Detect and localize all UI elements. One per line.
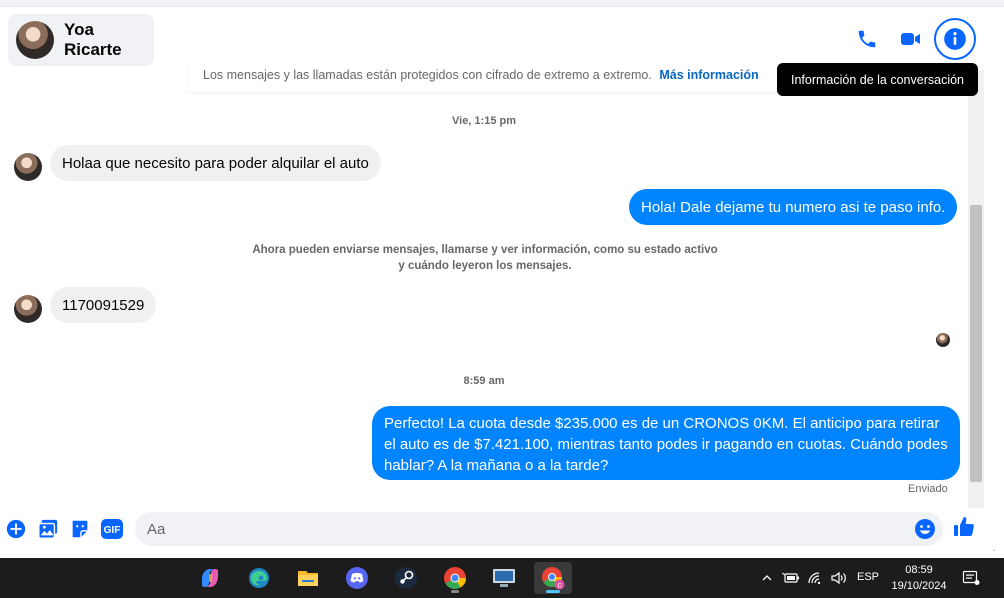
emoji-icon[interactable] xyxy=(913,517,937,541)
scrollbar-thumb[interactable] xyxy=(970,205,982,482)
message-input-wrapper xyxy=(135,512,943,546)
taskbar-clock[interactable]: 08:59 19/10/2024 xyxy=(886,562,952,594)
message-status: Enviado xyxy=(908,483,948,495)
gif-label: GIF xyxy=(104,525,121,536)
info-icon[interactable] xyxy=(934,18,976,60)
notifications-icon[interactable] xyxy=(960,558,982,598)
windows-taskbar: c ESP 08:59 19/10/2024 xyxy=(0,558,1004,598)
more-info-link[interactable]: Más información xyxy=(659,68,758,82)
discord-icon[interactable] xyxy=(338,562,376,594)
chevron-up-icon[interactable] xyxy=(758,558,776,598)
video-call-icon[interactable] xyxy=(894,22,928,56)
remote-desktop-icon[interactable] xyxy=(485,562,523,594)
clock-date: 19/10/2024 xyxy=(891,580,947,592)
encryption-banner: Los mensajes y las llamadas están proteg… xyxy=(188,62,778,92)
message-composer: GIF xyxy=(0,508,1004,550)
chrome-profile-icon[interactable]: c xyxy=(534,562,572,594)
svg-text:c: c xyxy=(558,581,562,590)
edge-icon[interactable] xyxy=(240,562,278,594)
read-receipt-avatar xyxy=(936,333,950,347)
plus-icon[interactable] xyxy=(4,517,28,541)
timestamp-divider: 8:59 am xyxy=(463,375,505,387)
chrome-icon[interactable] xyxy=(436,562,474,594)
battery-icon[interactable] xyxy=(781,558,801,598)
phone-icon[interactable] xyxy=(850,22,884,56)
message-input[interactable] xyxy=(135,512,905,546)
outgoing-message[interactable]: Perfecto! La cuota desde $235.000 es de … xyxy=(372,406,960,480)
outgoing-message[interactable]: Hola! Dale dejame tu numero asi te paso … xyxy=(629,189,958,225)
incoming-message[interactable]: Holaa que necesito para poder alquilar e… xyxy=(50,145,381,181)
volume-icon[interactable] xyxy=(829,558,849,598)
wifi-icon[interactable] xyxy=(806,558,826,598)
timestamp-divider: Vie, 1:15 pm xyxy=(452,115,516,127)
steam-icon[interactable] xyxy=(387,562,425,594)
conversation-header: Yoa Ricarte xyxy=(0,8,1004,70)
system-note: Ahora pueden enviarse mensajes, llamarse… xyxy=(252,244,718,272)
window-top-edge xyxy=(0,0,1004,7)
sender-avatar[interactable] xyxy=(14,295,42,323)
contact-profile-button[interactable]: Yoa Ricarte xyxy=(8,14,154,66)
image-icon[interactable] xyxy=(36,517,60,541)
gif-icon[interactable]: GIF xyxy=(100,517,124,541)
contact-avatar xyxy=(16,21,54,59)
contact-name: Yoa Ricarte xyxy=(64,20,122,59)
input-language[interactable]: ESP xyxy=(857,571,879,583)
file-explorer-icon[interactable] xyxy=(289,562,327,594)
incoming-message[interactable]: 1170091529 xyxy=(50,287,157,323)
encryption-text: Los mensajes y las llamadas están proteg… xyxy=(203,68,652,82)
messenger-window: Yoa Ricarte Los mensajes y las llamadas … xyxy=(0,0,1004,598)
copilot-icon[interactable] xyxy=(191,562,229,594)
clock-time: 08:59 xyxy=(905,564,933,576)
info-tooltip: Información de la conversación xyxy=(777,63,978,96)
sender-avatar[interactable] xyxy=(14,153,42,181)
like-icon[interactable] xyxy=(952,515,976,539)
sticker-icon[interactable] xyxy=(68,517,92,541)
